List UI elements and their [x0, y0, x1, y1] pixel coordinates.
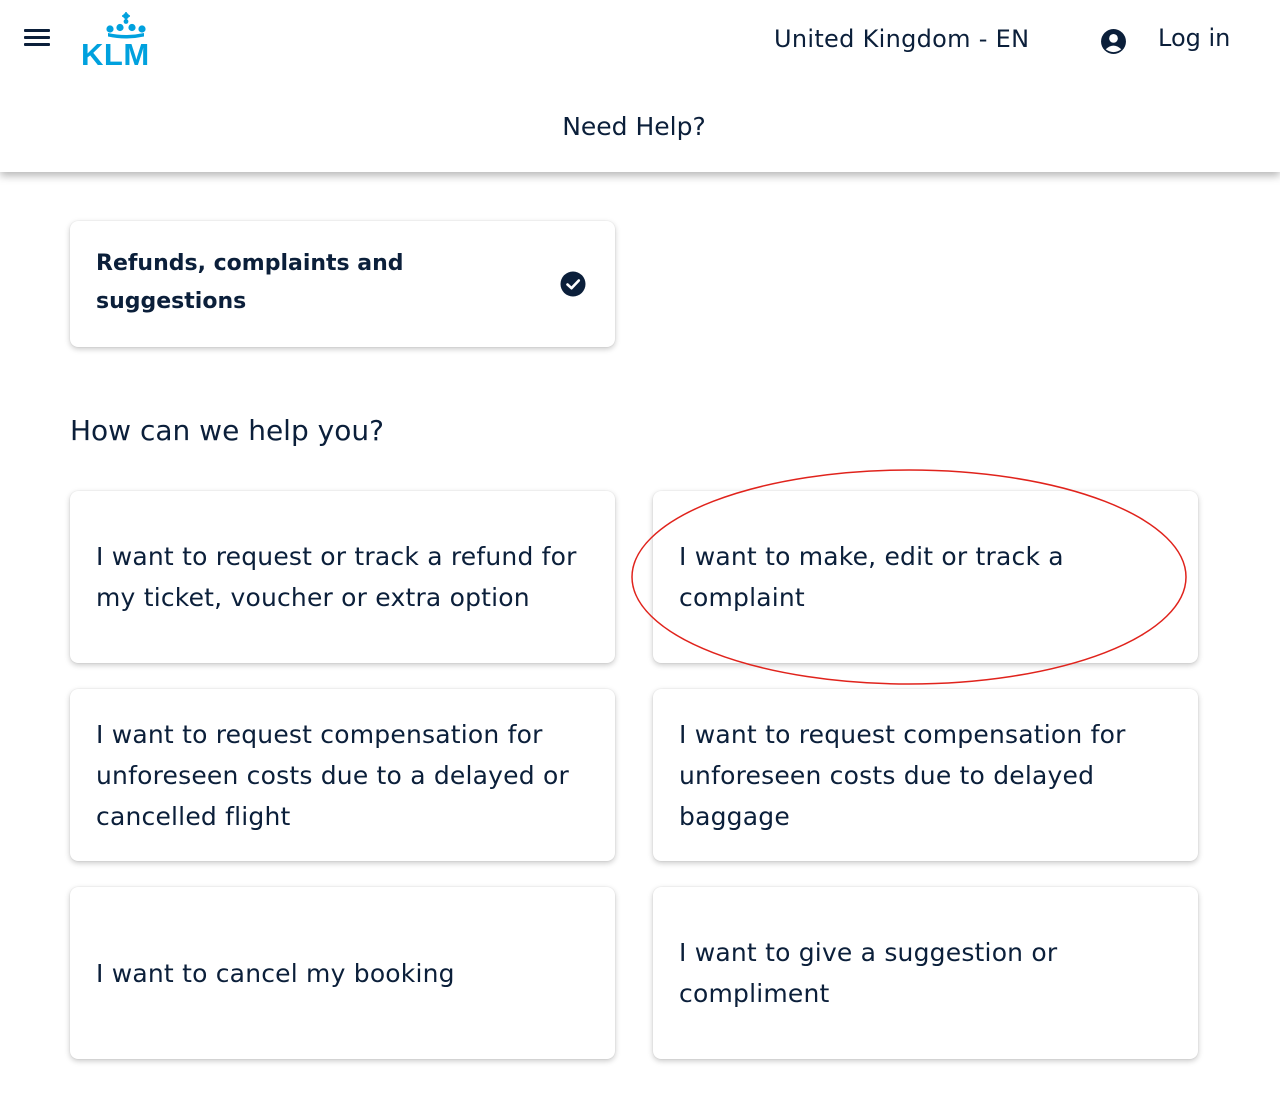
- locale-selector[interactable]: United Kingdom - EN: [774, 22, 1029, 56]
- option-compensation-baggage[interactable]: I want to request compensation for unfor…: [653, 689, 1198, 861]
- option-cancel-booking[interactable]: I want to cancel my booking: [70, 887, 615, 1059]
- option-label: I want to make, edit or track a complain…: [679, 542, 1064, 612]
- option-refund[interactable]: I want to request or track a refund for …: [70, 491, 615, 663]
- check-circle-icon: [560, 271, 586, 297]
- svg-text:KLM: KLM: [81, 37, 150, 68]
- page-title: Need Help?: [562, 112, 706, 141]
- option-suggestion[interactable]: I want to give a suggestion or complimen…: [653, 887, 1198, 1059]
- login-link[interactable]: Log in: [1158, 22, 1230, 54]
- option-complaint[interactable]: I want to make, edit or track a complain…: [653, 491, 1198, 663]
- option-label: I want to request or track a refund for …: [96, 542, 577, 612]
- category-label: Refunds, complaints and suggestions: [96, 251, 404, 314]
- site-header: KLM United Kingdom - EN Log in Need Help…: [0, 0, 1280, 172]
- section-title: How can we help you?: [70, 414, 384, 447]
- option-label: I want to request compensation for unfor…: [679, 719, 1126, 831]
- selected-category-card[interactable]: Refunds, complaints and suggestions: [70, 221, 615, 347]
- option-label: I want to cancel my booking: [96, 958, 455, 988]
- option-label: I want to request compensation for unfor…: [96, 719, 569, 831]
- option-compensation-flight[interactable]: I want to request compensation for unfor…: [70, 689, 615, 861]
- menu-icon[interactable]: [24, 29, 52, 49]
- klm-logo[interactable]: KLM: [80, 12, 172, 68]
- user-icon[interactable]: [1100, 28, 1127, 55]
- option-label: I want to give a suggestion or complimen…: [679, 938, 1058, 1008]
